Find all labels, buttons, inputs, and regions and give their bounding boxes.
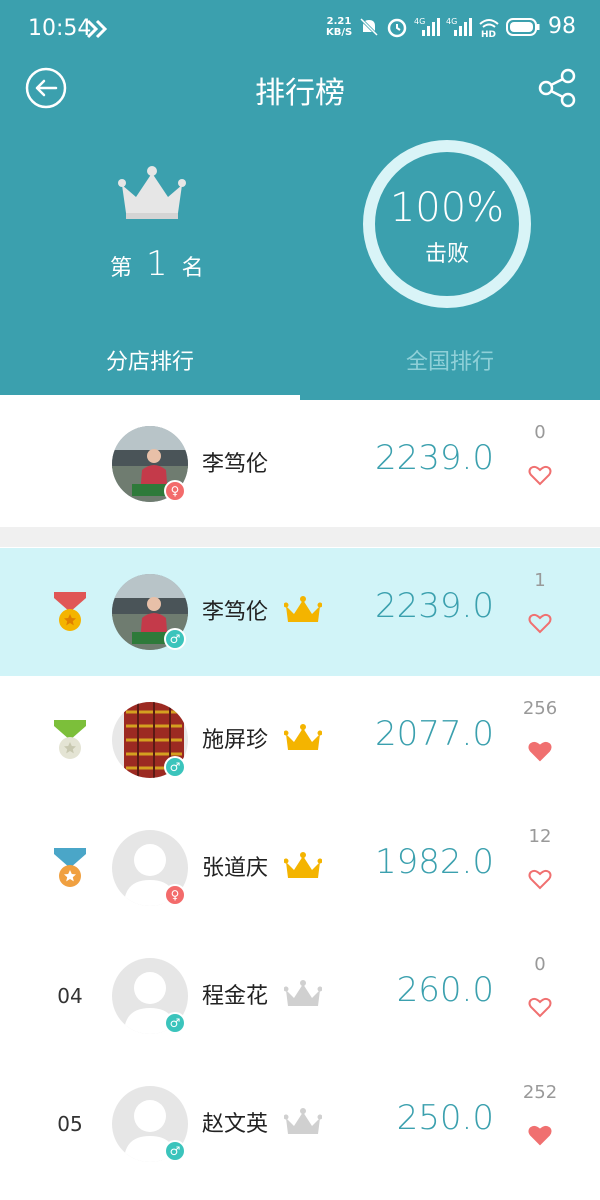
signal-icon: 4G (414, 17, 440, 36)
svg-text:4G: 4G (446, 17, 457, 26)
net-speed: 2.21 KB/S (326, 15, 353, 38)
signal-icon: 4G (446, 17, 472, 36)
male-icon: ♂ (164, 1140, 186, 1162)
male-icon: ♂ (164, 756, 186, 778)
user-name: 施屏珍 (202, 728, 269, 753)
my-entry-row[interactable]: ♀ 李笃伦 2239.0 0 (0, 400, 600, 528)
alarm-icon (387, 18, 407, 37)
status-icons: 2.21 KB/S 4G 4G HD 98 (326, 14, 576, 39)
svg-text:4G: 4G (414, 17, 425, 26)
user-name: 赵文英 (202, 1112, 269, 1137)
male-icon: ♂ (164, 628, 186, 650)
gold-crown-icon (284, 852, 322, 878)
user-score: 1982.0 (375, 842, 494, 882)
hd-wifi-icon: HD (479, 18, 499, 38)
tab-national-ranking[interactable]: 全国排行 (300, 330, 600, 400)
user-name: 李笃伦 (202, 452, 269, 477)
battery-icon (506, 17, 540, 36)
like-count: 0 (534, 422, 546, 443)
page-title: 排行榜 (255, 76, 345, 111)
like-count: 256 (522, 698, 558, 719)
female-icon: ♀ (164, 884, 186, 906)
status-bar: 10:54 2.21 KB/S 4G 4G HD 98 (0, 0, 600, 60)
my-rank: 第 1 名 (110, 244, 204, 284)
silver-crown-icon (284, 1108, 322, 1134)
female-icon: ♀ (164, 480, 186, 502)
heart-outline-icon[interactable] (528, 868, 552, 890)
status-time: 10:54 (28, 16, 92, 41)
crown-icon (118, 166, 186, 219)
silver-medal-icon (54, 720, 86, 759)
male-icon: ♂ (164, 1012, 186, 1034)
heart-outline-icon[interactable] (528, 996, 552, 1018)
rank-number: 04 (57, 984, 83, 1008)
header: 10:54 2.21 KB/S 4G 4G HD 98 排行榜 第 1 名 10… (0, 0, 600, 400)
user-score: 250.0 (396, 1098, 494, 1138)
battery-level: 98 (548, 14, 576, 39)
gold-crown-icon (284, 596, 322, 622)
tab-bar: 分店排行 全国排行 (0, 330, 600, 400)
gold-crown-icon (284, 724, 322, 750)
rank-number: 05 (57, 1112, 83, 1136)
user-score: 260.0 (396, 970, 494, 1010)
bronze-medal-icon (54, 848, 86, 887)
gold-medal-icon (54, 592, 86, 631)
table-row[interactable]: 04 ♂ 程金花 260.0 0 (0, 932, 600, 1060)
heart-filled-icon[interactable] (528, 1124, 552, 1146)
like-count: 0 (534, 954, 546, 975)
tab-branch-ranking[interactable]: 分店排行 (0, 330, 300, 400)
silver-crown-icon (284, 980, 322, 1006)
user-name: 张道庆 (202, 856, 269, 881)
svg-text:HD: HD (481, 30, 496, 38)
heart-filled-icon[interactable] (528, 740, 552, 762)
table-row[interactable]: ♀ 张道庆 1982.0 12 (0, 804, 600, 932)
user-name: 程金花 (202, 984, 269, 1009)
title-bar: 排行榜 (0, 60, 600, 120)
heart-outline-icon[interactable] (528, 612, 552, 634)
fast-forward-icon (86, 19, 108, 39)
beat-percent: 100% (389, 185, 505, 231)
beat-label: 击败 (424, 242, 469, 267)
user-name: 李笃伦 (202, 600, 269, 625)
section-divider (0, 527, 600, 547)
bell-off-icon (359, 17, 379, 36)
like-count: 252 (522, 1082, 558, 1103)
user-score: 2077.0 (375, 714, 494, 754)
user-score: 2239.0 (375, 586, 494, 626)
like-count: 12 (528, 826, 552, 847)
table-row[interactable]: ♂ 李笃伦 2239.0 1 (0, 548, 600, 676)
heart-outline-icon[interactable] (528, 464, 552, 486)
share-icon[interactable] (538, 66, 578, 110)
table-row[interactable]: ♂ 施屏珍 2077.0 256 (0, 676, 600, 804)
table-row[interactable]: 05 ♂ 赵文英 250.0 252 (0, 1060, 600, 1188)
like-count: 1 (534, 570, 546, 591)
my-rank-number: 1 (146, 244, 168, 284)
user-score: 2239.0 (375, 438, 494, 478)
